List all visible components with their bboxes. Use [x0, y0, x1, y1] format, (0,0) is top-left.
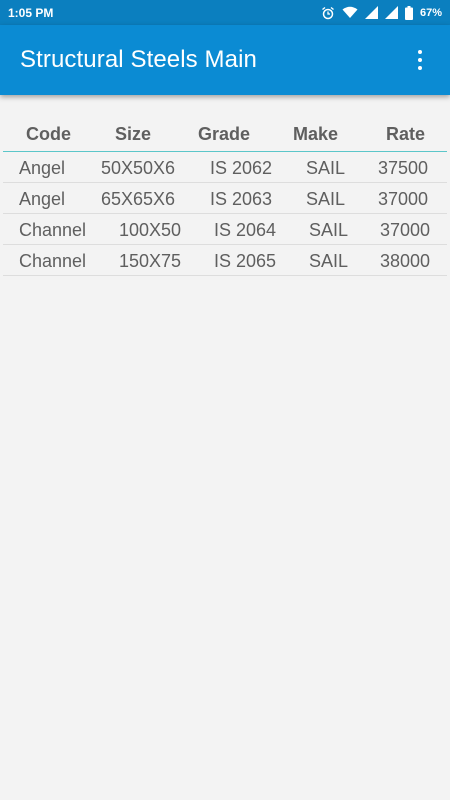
- menu-dot: [418, 66, 422, 70]
- header-rate: Rate: [386, 124, 426, 144]
- cell-make: SAIL: [309, 220, 349, 240]
- cell-size: 100X50: [119, 220, 182, 240]
- header-size: Size: [115, 124, 152, 144]
- signal-icon: [364, 6, 378, 19]
- status-icons: 67%: [321, 5, 442, 20]
- cell-rate: 37000: [378, 189, 429, 209]
- signal-icon: [384, 6, 398, 19]
- header-grade: Grade: [198, 124, 251, 144]
- cell-grade: IS 2065: [214, 251, 277, 271]
- header-code: Code: [26, 124, 71, 144]
- status-time: 1:05 PM: [8, 5, 54, 20]
- table-row[interactable]: Channel 100X50 IS 2064 SAIL 37000: [3, 214, 447, 245]
- cell-size: 150X75: [119, 251, 182, 271]
- menu-dot: [418, 58, 422, 62]
- cell-rate: 37500: [378, 158, 429, 178]
- cell-code: Channel: [19, 220, 87, 240]
- alarm-icon: [321, 6, 335, 20]
- cell-make: SAIL: [309, 251, 349, 271]
- cell-rate: 37000: [380, 220, 431, 240]
- app-title: Structural Steels Main: [20, 46, 257, 73]
- cell-code: Angel: [19, 189, 66, 209]
- table-row[interactable]: Angel 65X65X6 IS 2063 SAIL 37000: [3, 183, 447, 214]
- cell-size: 50X50X6: [101, 158, 176, 178]
- table-row[interactable]: Angel 50X50X6 IS 2062 SAIL 37500: [3, 152, 447, 183]
- more-vert-icon[interactable]: [408, 40, 432, 80]
- cell-make: SAIL: [306, 189, 346, 209]
- app-bar: Structural Steels Main: [0, 25, 450, 95]
- cell-make: SAIL: [306, 158, 346, 178]
- status-bar: 1:05 PM 67%: [0, 0, 450, 25]
- table-row[interactable]: Channel 150X75 IS 2065 SAIL 38000: [3, 245, 447, 276]
- battery-percent: 67%: [419, 6, 442, 19]
- cell-grade: IS 2063: [210, 189, 273, 209]
- cell-code: Channel: [19, 251, 87, 271]
- steel-table: Code Size Grade Make Rate Angel 50X50X6 …: [0, 118, 450, 276]
- wifi-icon: [342, 6, 358, 19]
- table-header: Code Size Grade Make Rate: [3, 118, 447, 152]
- cell-code: Angel: [19, 158, 66, 178]
- cell-rate: 38000: [380, 251, 431, 271]
- cell-grade: IS 2062: [210, 158, 273, 178]
- header-make: Make: [293, 124, 339, 144]
- cell-grade: IS 2064: [214, 220, 277, 240]
- battery-icon: [404, 5, 413, 20]
- cell-size: 65X65X6: [101, 189, 176, 209]
- menu-dot: [418, 50, 422, 54]
